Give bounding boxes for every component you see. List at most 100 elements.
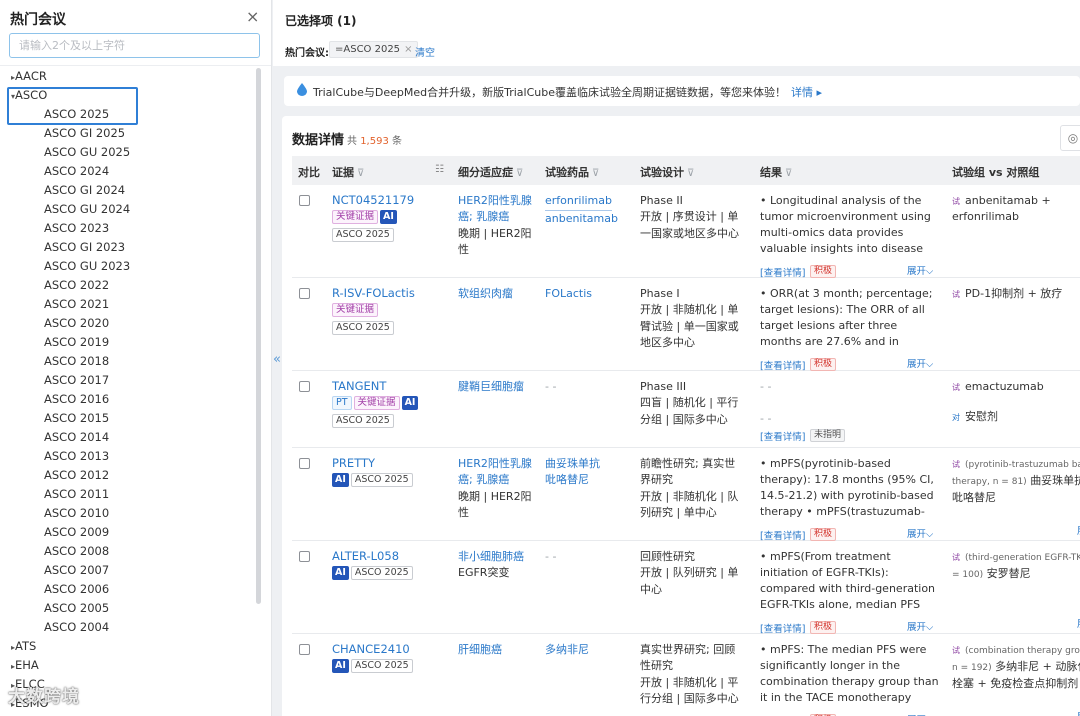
clear-filters-link[interactable]: 清空 [415,44,435,59]
drug-cell: erfonrilimab anbenitamab [545,193,633,228]
view-detail-link[interactable]: [查看详情] [760,265,805,279]
tree-item-asco-2021[interactable]: ASCO 2021 [44,297,109,311]
collapse-sidebar-icon[interactable]: « [272,352,282,372]
design-detail: 开放 | 队列研究 | 单中心 [640,566,739,596]
indication-link[interactable]: HER2阳性乳腺癌; 乳腺癌 [458,194,532,223]
remove-filter-icon[interactable]: × [404,44,412,55]
notice-text: TrialCube与DeepMed合并升级，新版TrialCube覆盖临床试验全… [313,86,786,99]
tree-item-asco-gu-2023[interactable]: ASCO GU 2023 [44,259,130,273]
compare-checkbox[interactable] [299,551,310,562]
tree-item-asco-2014[interactable]: ASCO 2014 [44,430,109,444]
compare-checkbox[interactable] [299,644,310,655]
indication-link[interactable]: HER2阳性乳腺癌; 乳腺癌 [458,457,532,486]
trial-id-link[interactable]: NCT04521179 [332,193,414,207]
compare-checkbox[interactable] [299,288,310,299]
tree-item-asco-2006[interactable]: ASCO 2006 [44,582,109,596]
col-result[interactable]: 结果 ⊽ [760,164,792,180]
trial-arm-badge: 试 [952,383,960,392]
indication-cell: HER2阳性乳腺癌; 乳腺癌 晚期 | HER2阳性 [458,456,538,522]
design-cell: Phase I 开放 | 非随机化 | 单臂试验 | 单一国家或地区多中心 [640,286,746,352]
expand-link[interactable]: 展开⌵ [907,263,933,277]
tree-item-asco-2007[interactable]: ASCO 2007 [44,563,109,577]
compare-checkbox[interactable] [299,381,310,392]
filter-icon[interactable]: ⊽ [516,168,523,179]
caret-right-icon[interactable]: ▸ [0,662,15,671]
drug-link[interactable]: erfonrilimab [545,193,612,212]
expand-link[interactable]: 展开⌵ [907,712,933,716]
tree-item-asco-2010[interactable]: ASCO 2010 [44,506,109,520]
tree-item-asco-2018[interactable]: ASCO 2018 [44,354,109,368]
tree-item-asco-gi-2024[interactable]: ASCO GI 2024 [44,183,125,197]
conference-search-input[interactable] [9,33,260,58]
view-detail-link[interactable]: [查看详情] [760,528,805,542]
indication-detail: 晚期 | HER2阳性 [458,226,532,257]
tree-item-eha[interactable]: ▸EHA [0,658,39,672]
trial-id-link[interactable]: PRETTY [332,456,375,470]
tree-item-asco-gi-2023[interactable]: ASCO GI 2023 [44,240,125,254]
tree-item-asco-2012[interactable]: ASCO 2012 [44,468,109,482]
tree-item-asco-gu-2025[interactable]: ASCO GU 2025 [44,145,130,159]
expand-link[interactable]: 展开⌵ [907,356,933,370]
caret-right-icon[interactable]: ▸ [0,73,15,82]
tree-item-asco[interactable]: ▾ASCO [0,88,47,102]
indication-link[interactable]: 腱鞘巨细胞瘤 [458,380,524,393]
caret-down-icon[interactable]: ▾ [0,92,15,101]
trial-id-link[interactable]: CHANCE2410 [332,642,410,656]
filter-icon[interactable]: ⊽ [357,168,364,179]
view-detail-link[interactable]: [查看详情] [760,621,805,635]
drug-link[interactable]: 多纳非尼 [545,642,633,658]
tree-item-asco-2024[interactable]: ASCO 2024 [44,164,109,178]
view-detail-link[interactable]: [查看详情] [760,358,805,372]
expand-link[interactable]: 展开⌵ [907,619,933,633]
sort-icon[interactable]: ☷ [435,164,444,175]
sidebar-scrollbar[interactable] [256,68,261,604]
tree-item-asco-2020[interactable]: ASCO 2020 [44,316,109,330]
tree-item-asco-2023[interactable]: ASCO 2023 [44,221,109,235]
view-detail-link[interactable]: [查看详情] [760,429,805,443]
close-icon[interactable]: × [246,7,259,26]
ai-badge: AI [332,473,349,487]
trial-id-link[interactable]: R-ISV-FOLactis [332,286,415,300]
tree-item-asco-2005[interactable]: ASCO 2005 [44,601,109,615]
trial-id-link[interactable]: TANGENT [332,379,386,393]
filter-icon[interactable]: ⊽ [592,168,599,179]
tree-item-asco-2011[interactable]: ASCO 2011 [44,487,109,501]
tree-item-aacr[interactable]: ▸AACR [0,69,47,83]
drug-link[interactable]: anbenitamab [545,211,633,227]
ai-badge: AI [332,566,349,580]
tree-item-asco-2025[interactable]: ASCO 2025 [44,107,109,121]
tree-item-asco-2008[interactable]: ASCO 2008 [44,544,109,558]
indication-link[interactable]: 软组织肉瘤 [458,287,513,300]
tree-item-asco-2016[interactable]: ASCO 2016 [44,392,109,406]
arm-text: anbenitamab + erfonrilimab [952,194,1051,223]
drug-link[interactable]: 曲妥珠单抗 [545,456,633,472]
record-count: 共 1,593 条 [347,136,403,147]
tree-item-ats[interactable]: ▸ATS [0,639,36,653]
tree-item-asco-2019[interactable]: ASCO 2019 [44,335,109,349]
tree-item-asco-2017[interactable]: ASCO 2017 [44,373,109,387]
column-settings-icon[interactable]: ◎ [1060,125,1080,151]
col-indication[interactable]: 细分适应症 ⊽ [458,164,523,180]
filter-icon[interactable]: ⊽ [687,168,694,179]
tree-item-asco-2013[interactable]: ASCO 2013 [44,449,109,463]
indication-link[interactable]: 非小细胞肺癌 [458,550,524,563]
expand-link[interactable]: 展开⌵ [907,526,933,540]
drug-link[interactable]: 吡咯替尼 [545,472,633,488]
drug-link[interactable]: FOLactis [545,286,633,302]
tree-item-asco-2004[interactable]: ASCO 2004 [44,620,109,634]
filter-icon[interactable]: ⊽ [785,168,792,179]
col-design[interactable]: 试验设计 ⊽ [640,164,694,180]
trial-id-link[interactable]: ALTER-L058 [332,549,399,563]
compare-checkbox[interactable] [299,195,310,206]
tree-item-asco-gu-2024[interactable]: ASCO GU 2024 [44,202,130,216]
col-drug[interactable]: 试验药品 ⊽ [545,164,599,180]
col-evidence[interactable]: 证据 ⊽ [332,164,364,180]
tree-item-asco-2009[interactable]: ASCO 2009 [44,525,109,539]
tree-item-asco-2022[interactable]: ASCO 2022 [44,278,109,292]
tree-item-asco-2015[interactable]: ASCO 2015 [44,411,109,425]
indication-link[interactable]: 肝细胞癌 [458,643,502,656]
tree-item-asco-gi-2025[interactable]: ASCO GI 2025 [44,126,125,140]
caret-right-icon[interactable]: ▸ [0,643,15,652]
notice-detail-link[interactable]: 详情 ▸ [791,84,822,100]
compare-checkbox[interactable] [299,458,310,469]
